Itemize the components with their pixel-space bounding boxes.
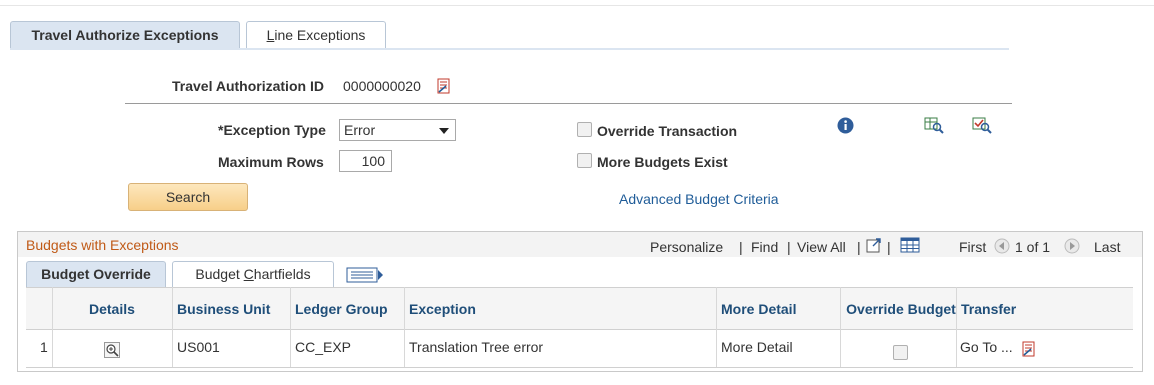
find-link[interactable]: Find [751,239,778,255]
first-label: First [959,239,987,255]
separator: | [739,239,743,255]
tab-budget-override[interactable]: Budget Override [26,261,166,288]
view-all-link[interactable]: View All [797,239,846,255]
column-header-transfer: Transfer [961,300,1017,317]
exception-type-select[interactable]: Error [339,119,456,141]
column-header-business-unit: Business Unit [177,300,271,317]
last-label: Last [1094,239,1121,255]
ledger-group-cell: CC_EXP [295,339,352,355]
maximum-rows-label: Maximum Rows [218,154,324,170]
tab-budget-chartfields[interactable]: Budget Chartfields [172,261,334,288]
more-budgets-exist-label: More Budgets Exist [597,154,728,170]
chevron-down-icon [439,128,449,134]
new-window-icon[interactable] [866,237,882,253]
tab-strip [10,48,1009,50]
override-transaction-label: Override Transaction [597,123,738,139]
override-transaction-checkbox[interactable] [577,122,592,137]
personalize-link[interactable]: Personalize [650,239,723,255]
page-info: 1 of 1 [1015,239,1051,255]
travel-authorization-id-value: 0000000020 [343,78,421,94]
tab-line-exceptions[interactable]: Line Exceptions [246,21,386,49]
more-detail-link[interactable]: More Detail [721,339,793,355]
column-header-details: Details [89,300,135,317]
row-number: 1 [40,339,48,355]
previous-arrow-icon [994,238,1010,254]
budget-check-icon[interactable] [972,116,992,134]
override-budget-checkbox[interactable] [893,345,908,360]
zoom-detail-icon[interactable] [104,342,120,358]
travel-authorization-id-label: Travel Authorization ID [172,78,324,94]
separator: | [857,239,861,255]
show-all-columns-icon[interactable] [346,267,384,283]
exception-type-value: Error [344,122,376,138]
separator: | [787,239,791,255]
search-button[interactable]: Search [128,183,248,211]
column-header-ledger-group: Ledger Group [295,300,388,317]
maximum-rows-input[interactable]: 100 [339,150,392,172]
info-icon[interactable] [837,117,854,134]
transfer-go-to[interactable]: Go To ... [960,339,1013,355]
budget-inquiry-icon[interactable] [924,116,944,134]
separator: | [887,239,891,255]
column-header-more-detail: More Detail [721,300,797,317]
related-content-icon[interactable] [437,78,450,94]
download-grid-icon[interactable] [900,237,920,253]
column-header-exception: Exception [409,300,476,317]
grid-title: Budgets with Exceptions [26,237,179,253]
advanced-budget-criteria-link[interactable]: Advanced Budget Criteria [619,191,779,207]
business-unit-cell: US001 [177,339,220,355]
tab-travel-authorize-exceptions[interactable]: Travel Authorize Exceptions [10,21,240,49]
exception-type-label: *Exception Type [218,122,326,138]
divider [125,103,1012,104]
related-content-icon[interactable] [1022,341,1035,357]
column-header-override-budget: Override Budget [846,300,956,317]
next-arrow-icon [1064,238,1080,254]
more-budgets-exist-checkbox[interactable] [577,153,592,168]
top-border [0,5,1154,6]
exception-cell: Translation Tree error [409,339,544,355]
